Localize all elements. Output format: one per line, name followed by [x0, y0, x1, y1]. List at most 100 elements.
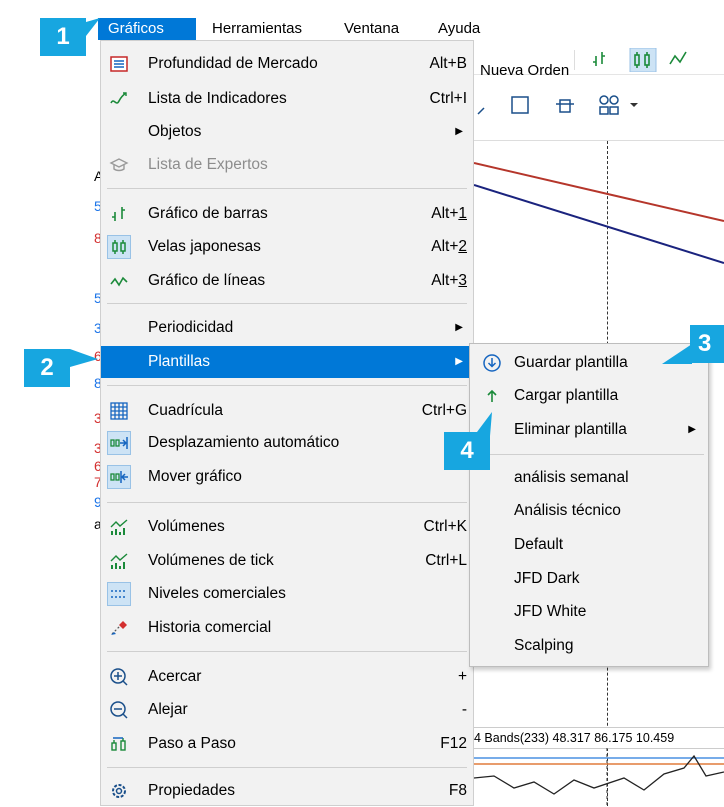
menu-separator	[107, 502, 467, 503]
menu-item-bar-chart[interactable]: Gráfico de barras Alt+1	[101, 198, 473, 230]
menu-item-auto-scroll[interactable]: Desplazamiento automático	[101, 427, 473, 459]
menu-item-label: Lista de Expertos	[148, 156, 268, 173]
menu-item-grid[interactable]: Cuadrícula Ctrl+G	[101, 395, 473, 427]
indicator-label-bar: 4 Bands(233) 48.317 86.175 10.459	[474, 727, 724, 749]
menu-item-periodicidad[interactable]: Periodicidad ▶	[101, 312, 473, 344]
indicator-subchart	[474, 748, 724, 806]
menu-item-label: Velas japonesas	[148, 238, 261, 255]
menu-item-label: Volúmenes de tick	[148, 552, 274, 569]
submenu-template-item[interactable]: Default	[470, 529, 708, 561]
menu-graficos[interactable]: Gráficos	[98, 18, 196, 40]
menu-ayuda[interactable]: Ayuda	[428, 18, 498, 40]
submenu-item-label: JFD White	[514, 603, 587, 620]
toolbar-chart-type-icons[interactable]	[574, 48, 724, 72]
candlestick-icon	[112, 240, 126, 254]
menu-item-shortcut: Ctrl+K	[423, 518, 468, 535]
menu-item-shortcut: Ctrl+L	[425, 552, 467, 569]
menu-separator	[107, 651, 467, 652]
submenu-item-label: Eliminar plantilla	[514, 421, 627, 438]
menu-item-step[interactable]: Paso a Paso F12	[101, 728, 473, 760]
submenu-template-item[interactable]: JFD Dark	[470, 563, 708, 595]
callout-pointer	[70, 349, 98, 367]
grid-icon	[110, 402, 128, 420]
callout-pointer	[86, 18, 100, 36]
menu-separator	[107, 188, 467, 189]
callout-badge-2: 2	[24, 349, 70, 387]
menu-item-chart-shift[interactable]: Mover gráfico	[101, 461, 473, 493]
menu-item-shortcut: +	[457, 668, 467, 685]
menu-ventana[interactable]: Ventana	[334, 18, 422, 40]
submenu-template-item[interactable]: Análisis técnico	[470, 495, 708, 527]
menu-item-properties[interactable]: Propiedades F8	[101, 775, 473, 807]
submenu-item-load-template[interactable]: Cargar plantilla	[470, 380, 708, 412]
menu-item-objetos[interactable]: Objetos ▶	[101, 116, 473, 148]
submenu-arrow-icon: ▶	[455, 322, 463, 333]
callout-pointer	[662, 344, 692, 364]
menu-item-label: Desplazamiento automático	[148, 434, 340, 451]
menu-item-shortcut: -	[461, 701, 467, 718]
menu-item-trade-levels[interactable]: Niveles comerciales	[101, 578, 473, 610]
menu-item-label: Mover gráfico	[148, 468, 242, 485]
menu-item-zoom-out[interactable]: Alejar -	[101, 694, 473, 726]
submenu-arrow-icon: ▶	[455, 356, 463, 367]
menu-item-line-chart[interactable]: Gráfico de líneas Alt+3	[101, 265, 473, 297]
volumes-icon	[110, 519, 128, 535]
submenu-item-label: Guardar plantilla	[514, 354, 628, 371]
market-depth-icon	[110, 56, 128, 72]
submenu-item-label: análisis semanal	[514, 469, 629, 486]
menu-item-plantillas[interactable]: Plantillas ▶	[101, 346, 473, 378]
menu-item-trade-history[interactable]: Historia comercial	[101, 612, 473, 644]
menu-item-label: Plantillas	[148, 353, 211, 370]
submenu-template-item[interactable]: JFD White	[470, 596, 708, 628]
menubar: Gráficos Herramientas Ventana Ayuda	[0, 0, 724, 40]
load-template-icon	[487, 389, 497, 402]
callout-badge-1: 1	[40, 18, 86, 56]
step-icon	[111, 737, 126, 751]
save-template-icon	[483, 354, 501, 372]
menu-item-label: Objetos	[148, 123, 202, 140]
menu-item-candlesticks[interactable]: Velas japonesas Alt+2	[101, 231, 473, 263]
menu-item-shortcut: Ctrl+I	[429, 90, 467, 107]
submenu-template-item[interactable]: Scalping	[470, 630, 708, 662]
menu-separator	[107, 385, 467, 386]
menu-item-label: Acercar	[148, 668, 202, 685]
bar-chart-icon	[112, 207, 125, 221]
graficos-menu: Profundidad de Mercado Alt+B Lista de In…	[100, 40, 474, 806]
line-chart-icon	[110, 276, 128, 287]
menu-item-shortcut: Ctrl+G	[421, 402, 467, 419]
menu-item-label: Gráfico de barras	[148, 205, 268, 222]
menu-item-label: Alejar	[148, 701, 188, 718]
menu-separator	[107, 767, 467, 768]
menu-item-label: Propiedades	[148, 782, 236, 799]
menu-item-experts: Lista de Expertos	[101, 149, 473, 181]
submenu-arrow-icon: ▶	[455, 126, 463, 137]
price-lines	[474, 162, 724, 264]
submenu-item-label: Default	[514, 536, 564, 553]
new-order-button[interactable]: Nueva Orden	[480, 62, 569, 79]
menu-item-label: Paso a Paso	[148, 735, 236, 752]
menu-item-shortcut: Alt+B	[429, 55, 467, 72]
menu-item-label: Periodicidad	[148, 319, 234, 336]
menu-item-label: Volúmenes	[148, 518, 225, 535]
chart-shift-icon	[110, 471, 128, 483]
submenu-item-label: Scalping	[514, 637, 574, 654]
menu-item-label: Lista de Indicadores	[148, 90, 287, 107]
menu-item-shortcut: Alt+1	[431, 205, 467, 222]
zoom-out-icon	[110, 701, 128, 719]
menu-item-shortcut: F8	[448, 782, 467, 799]
menu-item-indicators[interactable]: Lista de Indicadores Ctrl+I	[101, 83, 473, 115]
callout-badge-4: 4	[444, 432, 490, 470]
menu-item-tick-volumes[interactable]: Volúmenes de tick Ctrl+L	[101, 545, 473, 577]
menu-item-zoom-in[interactable]: Acercar +	[101, 661, 473, 693]
submenu-template-item[interactable]: análisis semanal	[470, 462, 708, 494]
tick-volumes-icon	[110, 553, 128, 569]
trade-levels-icon	[111, 590, 127, 598]
menu-herramientas[interactable]: Herramientas	[202, 18, 332, 40]
menu-item-market-depth[interactable]: Profundidad de Mercado Alt+B	[101, 48, 473, 80]
menu-item-volumes[interactable]: Volúmenes Ctrl+K	[101, 511, 473, 543]
menu-item-label: Cuadrícula	[148, 402, 223, 419]
gear-icon	[112, 784, 126, 798]
toolbar-object-icons[interactable]	[474, 90, 654, 120]
submenu-item-delete-template[interactable]: Eliminar plantilla ▶	[470, 414, 708, 446]
menu-item-shortcut: F12	[440, 735, 467, 752]
